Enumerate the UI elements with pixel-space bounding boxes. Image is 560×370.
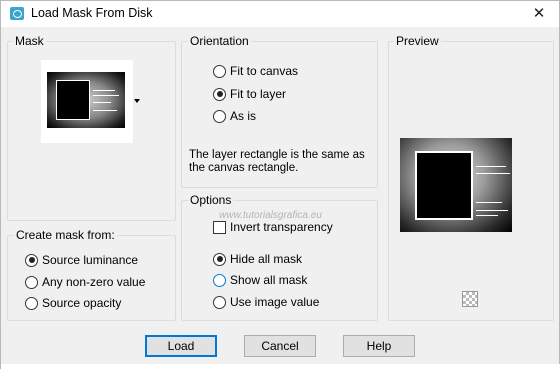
window-title: Load Mask From Disk xyxy=(31,6,153,20)
bottom-strip xyxy=(1,364,560,370)
radio-as-is[interactable]: As is xyxy=(213,108,256,124)
orientation-info: The layer rectangle is the same as the c… xyxy=(189,149,365,174)
radio-label: Source opacity xyxy=(42,296,122,310)
radio-fit-to-canvas[interactable]: Fit to canvas xyxy=(213,63,298,79)
radio-fit-to-layer[interactable]: Fit to layer xyxy=(213,86,286,102)
app-icon xyxy=(10,7,24,20)
radio-label: Use image value xyxy=(230,295,320,309)
checkerboard-icon[interactable] xyxy=(462,291,478,307)
radio-source-opacity[interactable]: Source opacity xyxy=(25,295,121,311)
mask-image xyxy=(47,72,125,128)
cancel-button[interactable]: Cancel xyxy=(244,335,316,357)
radio-button[interactable] xyxy=(213,252,226,266)
radio-label: Hide all mask xyxy=(230,252,303,266)
radio-button[interactable] xyxy=(213,64,226,78)
checkbox-label: Invert transparency xyxy=(230,220,333,234)
radio-use-image-value[interactable]: Use image value xyxy=(213,294,319,310)
radio-button[interactable] xyxy=(25,296,38,310)
radio-label: Fit to layer xyxy=(230,87,287,101)
radio-label: Source luminance xyxy=(42,253,139,267)
preview-title: Preview xyxy=(394,34,441,48)
title-bar[interactable]: Load Mask From Disk ✕ xyxy=(1,1,559,27)
radio-show-all-mask[interactable]: Show all mask xyxy=(213,272,307,288)
preview-image xyxy=(400,138,512,232)
mask-group-title: Mask xyxy=(13,34,46,48)
close-icon[interactable]: ✕ xyxy=(527,4,551,24)
radio-label: Any non-zero value xyxy=(42,275,146,289)
radio-button[interactable] xyxy=(25,275,38,289)
dropdown-arrow-icon[interactable] xyxy=(134,99,140,103)
radio-source-luminance[interactable]: Source luminance xyxy=(25,252,138,268)
checkbox[interactable] xyxy=(213,220,226,234)
help-button[interactable]: Help xyxy=(343,335,415,357)
radio-button[interactable] xyxy=(213,295,226,309)
radio-button[interactable] xyxy=(25,253,38,267)
options-title: Options xyxy=(188,193,234,207)
radio-button[interactable] xyxy=(213,87,226,101)
radio-hide-all-mask[interactable]: Hide all mask xyxy=(213,251,302,267)
load-button[interactable]: Load xyxy=(145,335,217,357)
invert-transparency-checkbox[interactable]: Invert transparency xyxy=(213,219,333,235)
create-mask-title: Create mask from: xyxy=(14,228,117,242)
radio-label: As is xyxy=(230,109,257,123)
radio-button[interactable] xyxy=(213,273,226,287)
radio-button[interactable] xyxy=(213,109,226,123)
dialog-window: Load Mask From Disk ✕ Mask Create mask f… xyxy=(0,0,560,370)
radio-label: Show all mask xyxy=(230,273,308,287)
orientation-title: Orientation xyxy=(188,34,251,48)
radio-label: Fit to canvas xyxy=(230,64,299,78)
mask-thumbnail[interactable] xyxy=(41,60,133,143)
radio-any-non-zero[interactable]: Any non-zero value xyxy=(25,274,145,290)
